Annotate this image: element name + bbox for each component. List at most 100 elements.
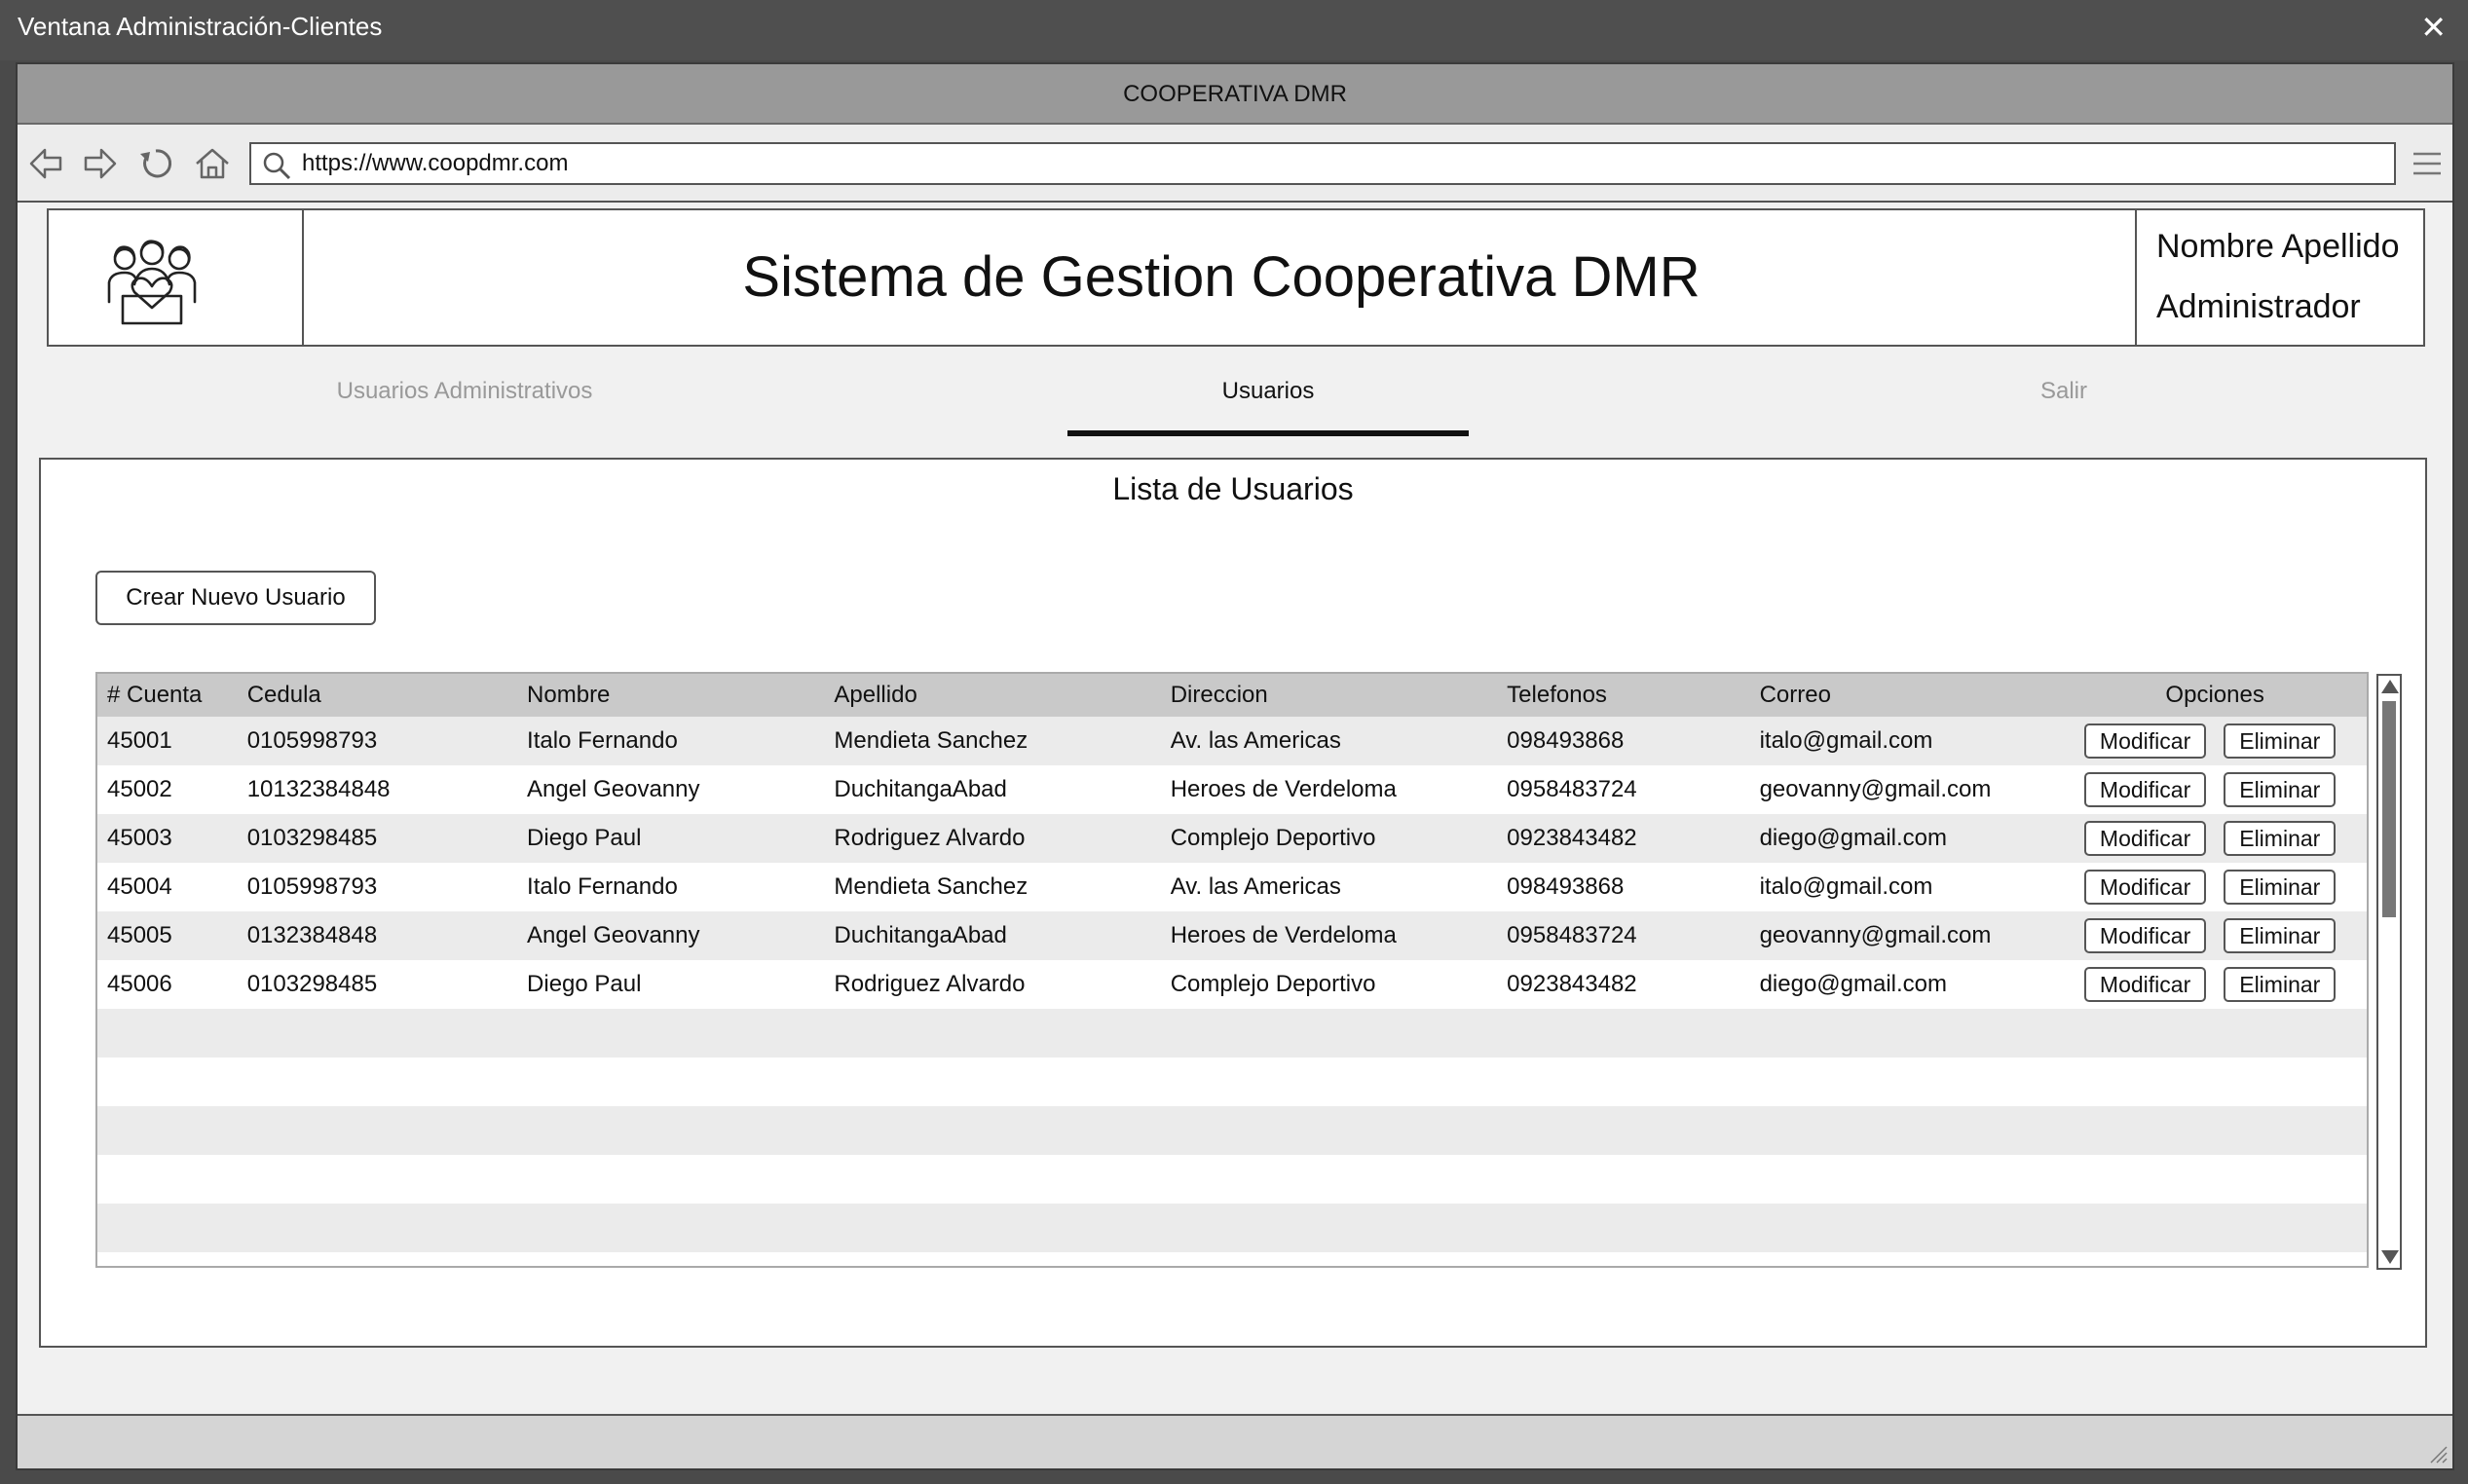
table-row: 45006 0103298485 Diego Paul Rodriguez Alvar… bbox=[97, 960, 2367, 1009]
options-cell: Modificar Eliminar bbox=[2053, 814, 2367, 863]
browser-page-title: COOPERATIVA DMR bbox=[18, 64, 2452, 125]
family-heart-icon bbox=[107, 240, 197, 325]
table-row: 45001 0105998793 Italo Fernando Mendieta Sa… bbox=[97, 717, 2367, 765]
phone-cell: 0958483724 bbox=[1497, 911, 1750, 960]
browser-nav-bar bbox=[18, 125, 2452, 203]
delete-button[interactable]: Eliminar bbox=[2224, 870, 2337, 905]
empty-cell bbox=[97, 1057, 2367, 1106]
email-cell: italo@gmail.com bbox=[1749, 863, 2054, 911]
last-name-cell: DuchitangaAbad bbox=[824, 765, 1161, 814]
tab-label: Usuarios Administrativos bbox=[336, 378, 593, 404]
column-header: # Cuenta bbox=[97, 674, 238, 717]
address-cell: Complejo Deportivo bbox=[1160, 960, 1498, 1009]
cedula-cell: 0105998793 bbox=[237, 863, 518, 911]
last-name-cell: Rodriguez Alvardo bbox=[824, 960, 1161, 1009]
cedula-cell: 0103298485 bbox=[237, 814, 518, 863]
reload-icon[interactable] bbox=[136, 144, 175, 183]
last-name-cell: Mendieta Sanchez bbox=[824, 863, 1161, 911]
tab-usuarios-administrativos[interactable]: Usuarios Administrativos bbox=[47, 356, 882, 442]
delete-button[interactable]: Eliminar bbox=[2224, 967, 2337, 1002]
user-name: Nombre Apellido bbox=[2156, 228, 2400, 265]
create-user-button[interactable]: Crear Nuevo Usuario bbox=[95, 571, 376, 625]
table-row: 45005 0132384848 Angel Geovanny DuchitangaA… bbox=[97, 911, 2367, 960]
address-cell: Heroes de Verdeloma bbox=[1160, 911, 1498, 960]
browser-window: COOPERATIVA DMR https://www.coopdmr.com … bbox=[16, 62, 2454, 1470]
app-title: Sistema de Gestion Cooperativa DMR bbox=[742, 245, 1701, 309]
os-title-bar: Ventana Administración-Clientes ✕ bbox=[0, 0, 2468, 60]
account-cell: 45003 bbox=[97, 814, 238, 863]
empty-table-row bbox=[97, 1155, 2367, 1204]
delete-button[interactable]: Eliminar bbox=[2224, 918, 2337, 953]
empty-table-row bbox=[97, 1057, 2367, 1106]
phone-cell: 0923843482 bbox=[1497, 814, 1750, 863]
cedula-cell: 10132384848 bbox=[237, 765, 518, 814]
panel-title: Lista de Usuarios bbox=[1112, 471, 1354, 506]
phone-cell: 0923843482 bbox=[1497, 960, 1750, 1009]
modify-button[interactable]: Modificar bbox=[2083, 772, 2207, 807]
search-icon bbox=[263, 152, 291, 180]
tab-salir[interactable]: Salir bbox=[1702, 356, 2425, 442]
account-cell: 45005 bbox=[97, 911, 238, 960]
window-title: Ventana Administración-Clientes bbox=[18, 12, 383, 41]
home-icon[interactable] bbox=[193, 144, 232, 183]
empty-table-row bbox=[97, 1204, 2367, 1252]
empty-cell bbox=[97, 1009, 2367, 1057]
app-header: Sistema de Gestion Cooperativa DMR Nombr… bbox=[47, 208, 2425, 347]
table-row: 45003 0103298485 Diego Paul Rodriguez Alvar… bbox=[97, 814, 2367, 863]
user-info: Nombre Apellido Administrador bbox=[2135, 210, 2423, 345]
phone-cell: 0958483724 bbox=[1497, 765, 1750, 814]
active-tab-indicator bbox=[1067, 430, 1469, 436]
url-input[interactable] bbox=[302, 148, 2347, 179]
vertical-scrollbar[interactable] bbox=[2376, 674, 2402, 1270]
options-cell: Modificar Eliminar bbox=[2053, 765, 2367, 814]
modify-button[interactable]: Modificar bbox=[2083, 821, 2207, 856]
empty-table-row bbox=[97, 1009, 2367, 1057]
forward-arrow-icon[interactable] bbox=[80, 144, 119, 183]
address-bar[interactable] bbox=[249, 142, 2396, 185]
tab-usuarios[interactable]: Usuarios bbox=[1067, 356, 1469, 442]
account-cell: 45006 bbox=[97, 960, 238, 1009]
email-cell: geovanny@gmail.com bbox=[1749, 765, 2054, 814]
column-header: Cedula bbox=[237, 674, 518, 717]
column-header: Telefonos bbox=[1497, 674, 1750, 717]
email-cell: diego@gmail.com bbox=[1749, 814, 2054, 863]
first-name-cell: Diego Paul bbox=[517, 960, 825, 1009]
modify-button[interactable]: Modificar bbox=[2083, 870, 2207, 905]
column-header: Direccion bbox=[1160, 674, 1498, 717]
address-cell: Av. las Americas bbox=[1160, 717, 1498, 765]
options-cell: Modificar Eliminar bbox=[2053, 717, 2367, 765]
cedula-cell: 0132384848 bbox=[237, 911, 518, 960]
back-arrow-icon[interactable] bbox=[27, 144, 66, 183]
modify-button[interactable]: Modificar bbox=[2083, 918, 2207, 953]
scroll-down-icon[interactable] bbox=[2381, 1250, 2399, 1264]
tab-label: Usuarios bbox=[1221, 378, 1315, 404]
last-name-cell: Mendieta Sanchez bbox=[824, 717, 1161, 765]
users-table: # Cuenta Cedula Nombre Apellido Direccio… bbox=[95, 672, 2369, 1268]
modify-button[interactable]: Modificar bbox=[2083, 723, 2207, 759]
first-name-cell: Angel Geovanny bbox=[517, 765, 825, 814]
modify-button[interactable]: Modificar bbox=[2083, 967, 2207, 1002]
first-name-cell: Diego Paul bbox=[517, 814, 825, 863]
account-cell: 45001 bbox=[97, 717, 238, 765]
cedula-cell: 0105998793 bbox=[237, 717, 518, 765]
column-header: Opciones bbox=[2053, 674, 2367, 717]
email-cell: geovanny@gmail.com bbox=[1749, 911, 2054, 960]
main-tabs: Usuarios Administrativos Usuarios Salir bbox=[47, 356, 2425, 442]
empty-cell bbox=[97, 1204, 2367, 1252]
resize-grip-icon[interactable] bbox=[2427, 1443, 2449, 1465]
delete-button[interactable]: Eliminar bbox=[2224, 821, 2337, 856]
users-panel: Lista de Usuarios Crear Nuevo Usuario # … bbox=[39, 458, 2427, 1348]
cedula-cell: 0103298485 bbox=[237, 960, 518, 1009]
first-name-cell: Angel Geovanny bbox=[517, 911, 825, 960]
delete-button[interactable]: Eliminar bbox=[2224, 772, 2337, 807]
address-cell: Av. las Americas bbox=[1160, 863, 1498, 911]
phone-cell: 098493868 bbox=[1497, 863, 1750, 911]
phone-cell: 098493868 bbox=[1497, 717, 1750, 765]
tab-label: Salir bbox=[2039, 378, 2087, 404]
close-icon[interactable]: ✕ bbox=[2420, 12, 2447, 43]
hamburger-menu-icon[interactable] bbox=[2410, 146, 2445, 181]
scroll-up-icon[interactable] bbox=[2381, 680, 2399, 693]
scroll-thumb[interactable] bbox=[2382, 701, 2396, 917]
table-row: 45004 0105998793 Italo Fernando Mendieta Sa… bbox=[97, 863, 2367, 911]
delete-button[interactable]: Eliminar bbox=[2224, 723, 2337, 759]
